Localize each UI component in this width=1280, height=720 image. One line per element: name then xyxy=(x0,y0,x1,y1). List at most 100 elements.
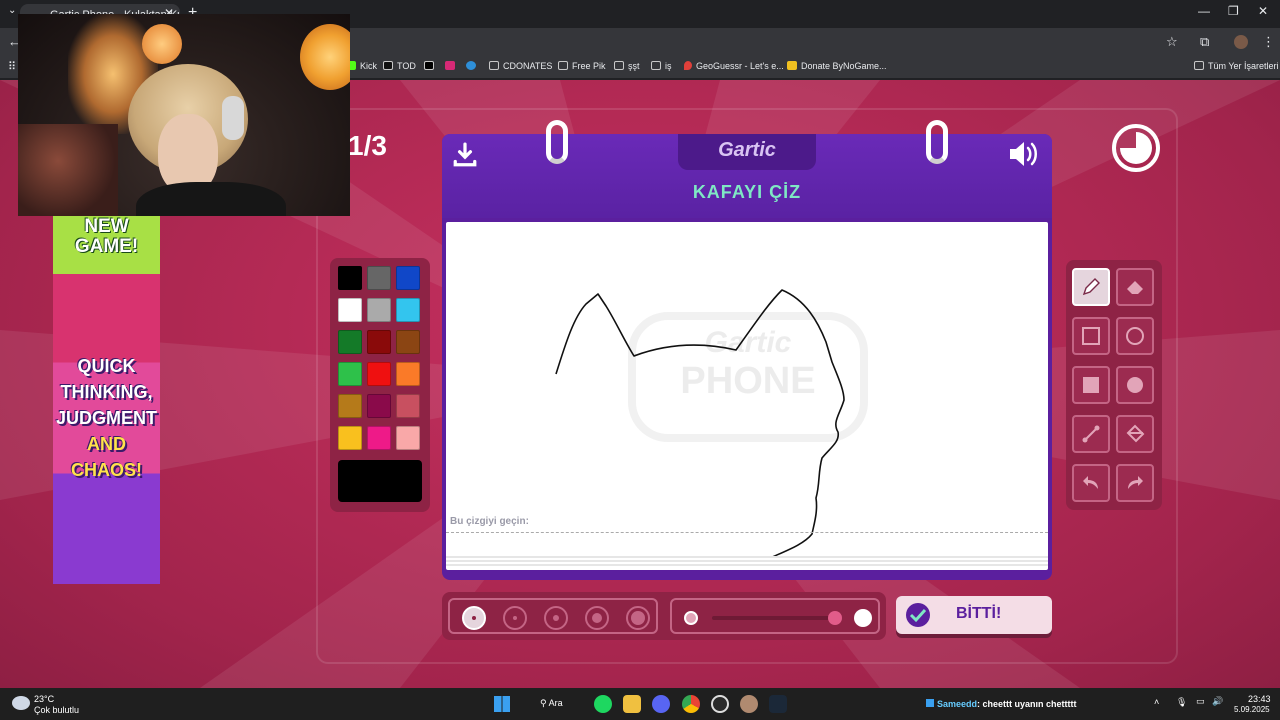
brush-size-dot xyxy=(592,613,602,623)
webcam-overlay xyxy=(18,14,350,216)
checkmark-icon xyxy=(906,603,930,627)
color-swatch[interactable] xyxy=(367,426,391,450)
brush-size-dot xyxy=(631,611,645,625)
color-swatch[interactable] xyxy=(338,362,362,386)
bookmark-all[interactable]: Tüm Yer İşaretleri xyxy=(1194,61,1279,71)
clock-time[interactable]: 23:43 xyxy=(1248,694,1271,704)
brush-size-3[interactable] xyxy=(544,606,568,630)
person-shirt xyxy=(136,182,286,216)
pumpkin-decoration xyxy=(300,24,350,90)
bookmark-sst[interactable]: şşt xyxy=(614,61,640,71)
extensions-icon[interactable]: ⧉ xyxy=(1200,34,1209,50)
bookmark-is[interactable]: iş xyxy=(651,61,672,71)
maximize-button[interactable]: ❐ xyxy=(1228,4,1239,18)
brush-size-1[interactable] xyxy=(462,606,486,630)
color-swatch[interactable] xyxy=(338,394,362,418)
edge-icon xyxy=(466,61,476,70)
bookmark-star-icon[interactable]: ☆ xyxy=(1166,34,1178,50)
done-button[interactable]: BİTTİ! xyxy=(896,596,1052,634)
color-swatch[interactable] xyxy=(367,266,391,290)
eraser-icon xyxy=(1127,281,1143,294)
tool-panel xyxy=(1066,260,1162,510)
color-swatch[interactable] xyxy=(367,298,391,322)
color-swatch[interactable] xyxy=(367,362,391,386)
profile-avatar[interactable] xyxy=(1234,35,1248,49)
bookmark-cdonates[interactable]: CDONATES xyxy=(489,61,552,71)
brush-size-4[interactable] xyxy=(585,606,609,630)
pencil-tool[interactable] xyxy=(1072,268,1110,306)
opacity-slider-track[interactable] xyxy=(712,616,830,620)
sound-icon[interactable] xyxy=(1008,140,1040,168)
paper-edge xyxy=(446,556,1048,568)
fill-tool[interactable] xyxy=(1116,415,1154,453)
clock-date[interactable]: 5.09.2025 xyxy=(1234,705,1270,714)
color-swatch[interactable] xyxy=(367,394,391,418)
download-icon[interactable] xyxy=(452,142,478,168)
line-tool[interactable] xyxy=(1072,415,1110,453)
color-swatch[interactable] xyxy=(338,266,362,290)
weather-desc: Çok bulutlu xyxy=(34,705,80,715)
opacity-slider-handle[interactable] xyxy=(828,611,842,625)
sketchbook: Gartic KAFAYI ÇİZ Gartic PHONE Bu çizgiy… xyxy=(442,120,1052,580)
brush-size-dot xyxy=(553,615,559,621)
color-swatch[interactable] xyxy=(396,426,420,450)
tray-chevron-icon[interactable]: ˄ xyxy=(1154,697,1159,707)
eraser-tool[interactable] xyxy=(1116,268,1154,306)
color-swatch[interactable] xyxy=(396,330,420,354)
chrome-icon[interactable] xyxy=(682,695,700,713)
round-indicator: 1/3 xyxy=(348,130,387,161)
windows-start-icon[interactable] xyxy=(494,696,510,712)
display-icon[interactable]: ▭ xyxy=(1196,696,1205,707)
color-swatch[interactable] xyxy=(367,330,391,354)
taskbar-search[interactable]: ⚲ Ara xyxy=(540,698,563,709)
tiktok-icon xyxy=(424,61,434,70)
file-explorer-icon[interactable] xyxy=(623,695,641,713)
bookmark-instagram[interactable] xyxy=(445,61,459,71)
volume-icon[interactable]: 🔊 xyxy=(1212,696,1223,707)
tab-list-icon[interactable]: ⌄ xyxy=(8,5,16,16)
close-window-button[interactable]: ✕ xyxy=(1258,4,1268,18)
menu-icon[interactable]: ⋮ xyxy=(1262,34,1275,50)
folder-icon xyxy=(651,61,661,70)
microphone-icon[interactable]: 🎙 xyxy=(1176,697,1187,708)
drawing-canvas[interactable]: Gartic PHONE Bu çizgiyi geçin: xyxy=(446,222,1048,570)
color-swatch[interactable] xyxy=(338,298,362,322)
color-swatch[interactable] xyxy=(396,362,420,386)
bookmark-bynogame[interactable]: Donate ByNoGame... xyxy=(787,61,887,71)
prompt-title: KAFAYI ÇİZ xyxy=(692,182,802,202)
discord-icon[interactable] xyxy=(652,695,670,713)
bookmark-geoguessr[interactable]: GeoGuessr - Let's e... xyxy=(684,61,784,71)
bookmark-tiktok[interactable] xyxy=(424,61,438,71)
color-swatch[interactable] xyxy=(396,394,420,418)
color-swatch[interactable] xyxy=(338,426,362,450)
bookmark-kick[interactable]: Kick xyxy=(346,61,377,71)
headphones xyxy=(222,96,244,140)
brush-size-5[interactable] xyxy=(626,606,650,630)
brush-size-group xyxy=(448,598,658,634)
circle-filled-tool[interactable] xyxy=(1116,366,1154,404)
bookmark-tod[interactable]: TOD xyxy=(383,61,416,71)
circle-outline-tool[interactable] xyxy=(1116,317,1154,355)
steam-icon[interactable] xyxy=(769,695,787,713)
obs-icon[interactable] xyxy=(711,695,729,713)
color-swatch[interactable] xyxy=(396,298,420,322)
color-swatch[interactable] xyxy=(338,330,362,354)
color-swatch[interactable] xyxy=(396,266,420,290)
undo-tool[interactable] xyxy=(1072,464,1110,502)
minimize-button[interactable]: — xyxy=(1198,4,1210,18)
chat-icon xyxy=(926,699,934,707)
weather-icon[interactable] xyxy=(12,696,30,710)
bookmark-edge[interactable] xyxy=(466,61,480,71)
location-pin-icon xyxy=(684,61,692,70)
spotify-icon[interactable] xyxy=(594,695,612,713)
bookmark-freepik[interactable]: Free Pik xyxy=(558,61,606,71)
apps-icon[interactable]: ⠿ xyxy=(8,60,16,73)
brush-size-2[interactable] xyxy=(503,606,527,630)
square-filled-tool[interactable] xyxy=(1072,366,1110,404)
redo-tool[interactable] xyxy=(1116,464,1154,502)
current-color xyxy=(338,460,422,502)
folder-icon xyxy=(1194,61,1204,70)
ad-banner[interactable]: NEW GAME! QUICK THINKING, JUDGMENT AND CH… xyxy=(53,215,160,584)
square-outline-tool[interactable] xyxy=(1072,317,1110,355)
app-avatar-icon[interactable] xyxy=(740,695,758,713)
